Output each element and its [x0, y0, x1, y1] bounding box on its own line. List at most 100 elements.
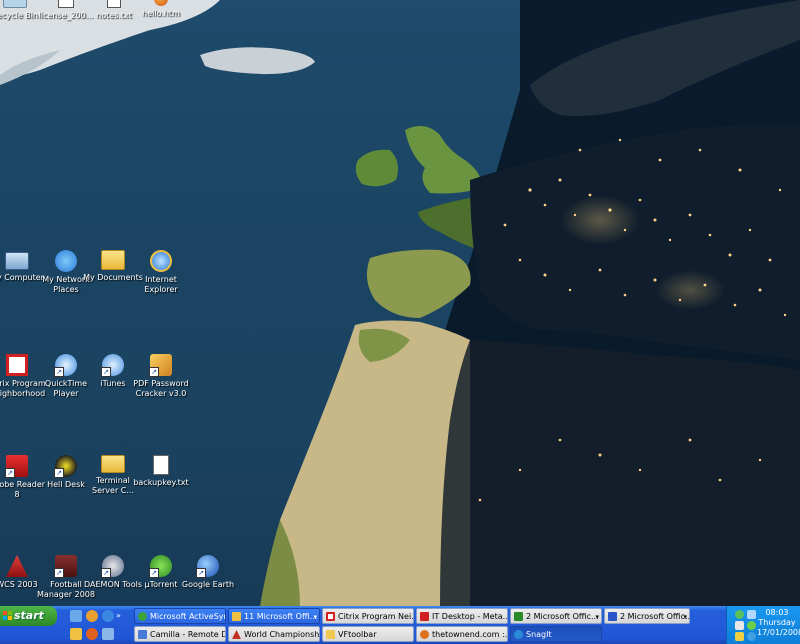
- quicklaunch-firefox-icon[interactable]: [86, 628, 98, 640]
- task-label: 2 Microsoft Offic...: [620, 612, 690, 621]
- shortcut-arrow-icon: ↗: [54, 367, 64, 377]
- tray-security-icon[interactable]: [735, 632, 744, 641]
- tray-utorrent-icon[interactable]: [747, 621, 756, 630]
- quicklaunch-more-icon[interactable]: »: [116, 610, 124, 622]
- daemon-tools-icon: ↗: [101, 555, 124, 578]
- recycle-bin-icon: [3, 0, 27, 8]
- quicklaunch-desktop-icon[interactable]: [70, 610, 82, 622]
- outlook-icon: [232, 612, 241, 621]
- start-label: start: [14, 609, 44, 622]
- computer-icon: [5, 252, 29, 270]
- citrix-icon: [326, 612, 335, 621]
- shortcut-arrow-icon: ↗: [54, 468, 64, 478]
- start-button[interactable]: start: [0, 606, 57, 626]
- firefox-icon: [154, 0, 168, 6]
- text-file-icon: [107, 0, 121, 8]
- snagit-icon: [514, 630, 523, 639]
- windows-logo-icon: [3, 611, 12, 620]
- folder-icon: [101, 250, 125, 270]
- task-world-championship[interactable]: World Championshi...: [228, 626, 320, 642]
- desktop-wallpaper: Recycle Bin license_200... notes.txt hel…: [0, 0, 800, 606]
- desktop-icon-label: Internet Explorer: [144, 275, 178, 294]
- ie-icon: [420, 612, 429, 621]
- adobe-reader-icon: ↗: [5, 455, 28, 478]
- shortcut-arrow-icon: ↗: [101, 367, 111, 377]
- firefox-icon: [420, 630, 429, 639]
- task-label: thetownend.com :...: [432, 630, 508, 639]
- chevron-down-icon: ▾: [595, 613, 599, 621]
- shortcut-arrow-icon: ↗: [101, 568, 111, 578]
- shortcut-arrow-icon: ↗: [54, 568, 64, 578]
- pdf-cracker-icon: ↗: [149, 354, 172, 377]
- chevron-down-icon: ▾: [313, 613, 317, 621]
- task-firefox[interactable]: thetownend.com :...: [416, 626, 508, 642]
- task-label: SnagIt: [526, 630, 552, 639]
- tray-activesync-icon[interactable]: [735, 610, 744, 619]
- clock-day: Thursday: [758, 618, 796, 627]
- task-label: VFtoolbar: [338, 630, 377, 639]
- network-icon: [55, 250, 77, 272]
- task-activesync[interactable]: Microsoft ActiveSync: [134, 608, 226, 624]
- desktop-icon-hello[interactable]: hello.htm: [130, 0, 192, 19]
- desktop-icon-pdf-password-cracker[interactable]: ↗ PDF Password Cracker v3.0: [130, 354, 192, 399]
- quicklaunch-ie-icon[interactable]: [102, 610, 114, 622]
- clock-time: 08:03: [765, 608, 789, 617]
- taskbar: start » Microsoft ActiveSync 11 Microsof…: [0, 606, 800, 644]
- text-file-icon: [153, 455, 169, 475]
- clock[interactable]: 08:03 Thursday 17/01/2008: [757, 608, 800, 638]
- tray-msn-icon[interactable]: [747, 632, 756, 641]
- quicklaunch-outlook-icon[interactable]: [70, 628, 82, 640]
- task-remote-desktop[interactable]: Camilla - Remote D...: [134, 626, 226, 642]
- quicklaunch-media-player-icon[interactable]: [86, 610, 98, 622]
- desktop-icon-internet-explorer[interactable]: Internet Explorer: [130, 250, 192, 295]
- task-label: Microsoft ActiveSync: [150, 612, 226, 621]
- desktop-icon-backupkey[interactable]: backupkey.txt: [130, 455, 192, 488]
- task-label: World Championshi...: [244, 630, 320, 639]
- remote-desktop-icon: [138, 630, 147, 639]
- desktop-icon-label: Google Earth: [181, 580, 235, 589]
- desktop-icon-label: PDF Password Cracker v3.0: [133, 379, 189, 398]
- itunes-icon: ↗: [101, 354, 124, 377]
- folder-icon: [101, 455, 125, 473]
- google-earth-icon: ↗: [196, 555, 219, 578]
- excel-icon: [514, 612, 523, 621]
- citrix-icon: [6, 354, 28, 376]
- football-manager-icon: ↗: [54, 555, 77, 578]
- game-icon: [232, 630, 241, 639]
- activesync-icon: [138, 612, 147, 621]
- quicktime-icon: ↗: [54, 354, 77, 377]
- task-label: IT Desktop - Meta...: [432, 612, 508, 621]
- clock-date: 17/01/2008: [757, 628, 800, 637]
- document-icon: [58, 0, 74, 8]
- hell-desk-icon: ↗: [54, 455, 77, 478]
- desktop-icon-label: hello.htm: [142, 9, 180, 18]
- task-citrix[interactable]: Citrix Program Nei...: [322, 608, 414, 624]
- desktop-icon-label: backupkey.txt: [133, 478, 189, 487]
- tray-network-icon[interactable]: [747, 610, 756, 619]
- task-excel[interactable]: 2 Microsoft Offic... ▾: [510, 608, 602, 624]
- task-label: Camilla - Remote D...: [150, 630, 225, 639]
- chevron-down-icon: ▾: [683, 613, 687, 621]
- shortcut-arrow-icon: ↗: [149, 568, 159, 578]
- shortcut-arrow-icon: ↗: [5, 468, 15, 478]
- folder-icon: [326, 630, 335, 639]
- task-it-desktop[interactable]: IT Desktop - Meta...: [416, 608, 508, 624]
- shortcut-arrow-icon: ↗: [149, 367, 159, 377]
- wallpaper-earth-image: [0, 0, 800, 606]
- task-vftoolbar[interactable]: VFtoolbar: [322, 626, 414, 642]
- task-label: Citrix Program Nei...: [338, 612, 414, 621]
- task-snagit[interactable]: SnagIt: [510, 626, 602, 642]
- task-outlook[interactable]: 11 Microsoft Offi... ▾: [228, 608, 320, 624]
- quicklaunch-desktop2-icon[interactable]: [102, 628, 114, 640]
- task-label: 11 Microsoft Offi...: [244, 612, 318, 621]
- ie-icon: [150, 250, 172, 272]
- task-label: 2 Microsoft Offic...: [526, 612, 599, 621]
- task-word[interactable]: 2 Microsoft Offic... ▾: [604, 608, 690, 624]
- shortcut-arrow-icon: ↗: [196, 568, 206, 578]
- word-icon: [608, 612, 617, 621]
- wcs-icon: [6, 555, 28, 577]
- tray-volume-icon[interactable]: [735, 621, 744, 630]
- desktop-icon-google-earth[interactable]: ↗ Google Earth: [177, 555, 239, 590]
- utorrent-icon: ↗: [149, 555, 172, 578]
- system-tray: 08:03 Thursday 17/01/2008: [726, 606, 800, 644]
